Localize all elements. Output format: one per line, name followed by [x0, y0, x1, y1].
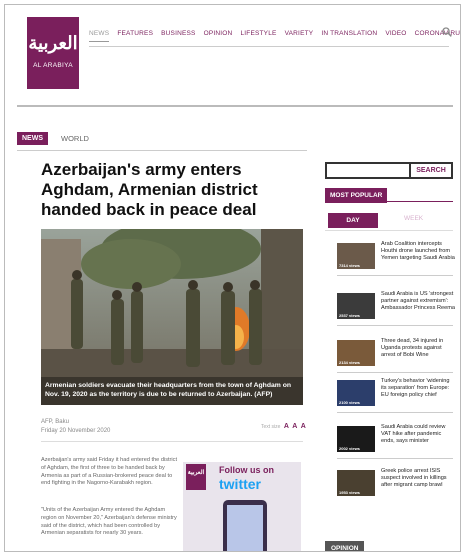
promo-logo: العربية — [186, 464, 206, 490]
view-count: 2537 views — [339, 313, 360, 318]
nav-item-news[interactable]: NEWS — [89, 30, 110, 42]
popular-thumbnail[interactable]: 2002 views — [337, 426, 375, 452]
most-popular-divider — [325, 201, 453, 202]
popular-item[interactable]: 2134 views Three dead, 34 injured in Ugan… — [337, 338, 453, 370]
popular-item[interactable]: 2537 views Saudi Arabia is US 'strongest … — [337, 291, 455, 323]
article-date: Friday 20 November 2020 — [41, 428, 111, 434]
article-author: AFP, Baku — [41, 419, 69, 425]
text-size-large[interactable]: A — [301, 423, 306, 430]
search-button[interactable]: SEARCH — [411, 162, 453, 179]
article-headline: Azerbaijan's army enters Aghdam, Armenia… — [41, 160, 258, 219]
popular-thumbnail[interactable]: 2537 views — [337, 293, 375, 319]
text-size-small[interactable]: A — [284, 423, 289, 430]
nav-item-video[interactable]: VIDEO — [385, 30, 406, 42]
text-size-label: Text size — [261, 424, 281, 430]
popular-thumbnail[interactable]: 1953 views — [337, 470, 375, 496]
nav-item-coronavirus[interactable]: CORONAVIRUS — [415, 30, 460, 42]
popular-title[interactable]: Greek police arrest ISIS suspect involve… — [381, 468, 455, 490]
opinion-heading: OPINION — [325, 541, 365, 551]
popular-thumbnail[interactable]: 7314 views — [337, 243, 375, 269]
nav-item-variety[interactable]: VARIETY — [285, 30, 314, 42]
popular-item[interactable]: 2100 views Turkey's behavior 'widening it… — [337, 378, 453, 410]
nav-item-business[interactable]: BUSINESS — [161, 30, 195, 42]
promo-follow-text: Follow us on — [219, 465, 274, 475]
popular-title[interactable]: Three dead, 34 injured in Uganda protest… — [381, 338, 455, 360]
breadcrumb-subsection[interactable]: WORLD — [61, 134, 89, 143]
popular-title[interactable]: Saudi Arabia is US 'strongest partner ag… — [381, 291, 455, 313]
tab-week[interactable]: WEEK — [404, 215, 423, 222]
logo-arabic: العربية — [28, 33, 78, 54]
nav-item-features[interactable]: FEATURES — [117, 30, 153, 42]
twitter-brand: twitter — [219, 476, 261, 492]
breadcrumb-divider — [17, 150, 307, 151]
article-paragraph: Azerbaijan's army said Friday it had ent… — [41, 457, 178, 487]
nav-item-in-translation[interactable]: IN TRANSLATION — [321, 30, 377, 42]
popular-thumbnail[interactable]: 2100 views — [337, 380, 375, 406]
popular-item[interactable]: 7314 views Arab Coalition intercepts Hout… — [337, 241, 455, 273]
main-nav: NEWS FEATURES BUSINESS OPINION LIFESTYLE… — [89, 30, 460, 42]
nav-divider — [89, 46, 449, 47]
text-size-control: Text size A A A — [261, 423, 306, 430]
popular-title[interactable]: Arab Coalition intercepts Houthi drone l… — [381, 241, 455, 263]
view-count: 1953 views — [339, 490, 360, 495]
article-paragraph: "Units of the Azerbaijan Army entered th… — [41, 507, 177, 537]
breadcrumb-section[interactable]: NEWS — [17, 132, 48, 145]
popular-item[interactable]: 1953 views Greek police arrest ISIS suspe… — [337, 468, 453, 500]
popular-divider — [337, 372, 453, 373]
site-logo[interactable]: العربية AL ARABIYA — [27, 17, 79, 89]
logo-english: AL ARABIYA — [33, 62, 73, 69]
popular-item[interactable]: 2002 views Saudi Arabia could review VAT … — [337, 424, 453, 456]
search-input[interactable] — [325, 162, 411, 179]
popular-divider — [337, 412, 453, 413]
promo-logo-text: العربية — [187, 470, 205, 476]
article-photo — [41, 229, 303, 405]
popular-thumbnail[interactable]: 2134 views — [337, 340, 375, 366]
article-divider — [41, 441, 303, 442]
popular-divider — [337, 458, 453, 459]
tabs-divider — [325, 230, 453, 231]
text-size-medium[interactable]: A — [292, 423, 297, 430]
header-divider — [17, 105, 453, 107]
popular-title[interactable]: Turkey's behavior 'widening its separati… — [381, 378, 455, 400]
tab-day[interactable]: DAY — [328, 213, 378, 228]
twitter-promo[interactable]: العربية Follow us on twitter — [183, 462, 301, 551]
popular-divider — [337, 275, 453, 276]
view-count: 2134 views — [339, 360, 360, 365]
nav-item-lifestyle[interactable]: LIFESTYLE — [240, 30, 276, 42]
view-count: 2002 views — [339, 446, 360, 451]
popular-divider — [337, 325, 453, 326]
photo-caption: Armenian soldiers evacuate their headqua… — [45, 382, 291, 398]
popular-title[interactable]: Saudi Arabia could review VAT hike after… — [381, 424, 455, 446]
view-count: 7314 views — [339, 263, 360, 268]
search-icon[interactable] — [442, 27, 452, 37]
view-count: 2100 views — [339, 400, 360, 405]
page-frame: العربية AL ARABIYA NEWS FEATURES BUSINES… — [4, 4, 461, 552]
nav-item-opinion[interactable]: OPINION — [204, 30, 233, 42]
phone-illustration — [223, 500, 267, 551]
